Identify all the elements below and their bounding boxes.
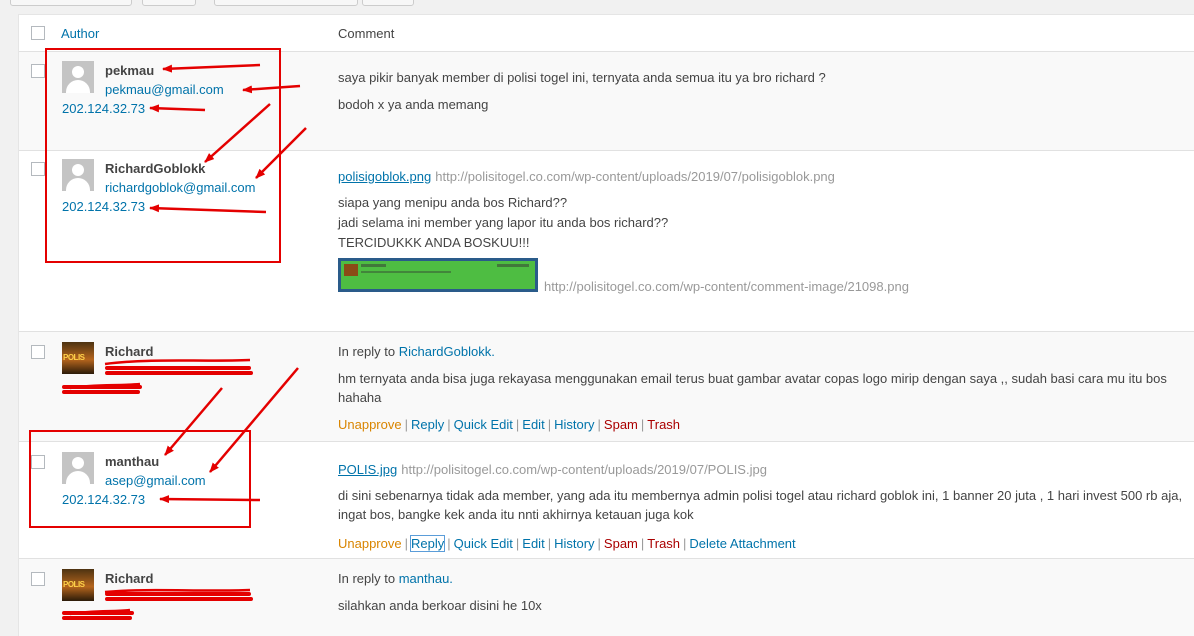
row-actions: Unapprove | Reply | Quick Edit | Edit | History |… bbox=[338, 417, 681, 432]
comment-text-line: ingat bos, bangke kek anda itu nnti akhi… bbox=[338, 507, 694, 522]
author-ip-link[interactable]: 202.124.32.73 bbox=[62, 199, 145, 214]
table-header: Author Comment bbox=[19, 15, 1194, 52]
comment-row-4: manthau asep@gmail.com 202.124.32.73 POL… bbox=[19, 442, 1194, 559]
comment-text-line: saya pikir banyak member di polisi togel… bbox=[338, 70, 826, 85]
history-link[interactable]: History bbox=[554, 417, 594, 432]
trash-link[interactable]: Trash bbox=[647, 536, 680, 551]
redaction-scribble bbox=[105, 371, 253, 375]
author-ip-link[interactable]: 202.124.32.73 bbox=[62, 101, 145, 116]
author-name: pekmau bbox=[105, 63, 155, 78]
filter-select[interactable] bbox=[214, 0, 358, 6]
redaction-scribble bbox=[105, 366, 251, 370]
reply-to-link[interactable]: RichardGoblokk. bbox=[399, 344, 495, 359]
row-checkbox[interactable] bbox=[31, 345, 45, 359]
attachment-line: POLIS.jpg http://polisitogel.co.com/wp-co… bbox=[338, 462, 767, 477]
author-email-link[interactable]: pekmau@gmail.com bbox=[105, 82, 224, 97]
author-column-header[interactable]: Author bbox=[61, 26, 99, 41]
author-email-link[interactable]: asep@gmail.com bbox=[105, 473, 206, 488]
spam-link[interactable]: Spam bbox=[604, 536, 638, 551]
comment-image-thumbnail[interactable] bbox=[338, 258, 538, 292]
attachment-url: http://polisitogel.co.com/wp-content/upl… bbox=[401, 462, 767, 477]
comment-text-line: jadi selama ini member yang lapor itu an… bbox=[338, 215, 669, 230]
unapprove-link[interactable]: Unapprove bbox=[338, 536, 402, 551]
author-name: manthau bbox=[105, 454, 160, 469]
comment-row-5: POLIS Richard In reply to manthau. silah… bbox=[19, 559, 1194, 636]
reply-link[interactable]: Reply bbox=[411, 417, 444, 432]
comment-row-1: pekmau pekmau@gmail.com 202.124.32.73 sa… bbox=[19, 52, 1194, 151]
comment-text-line: silahkan anda berkoar disini he 10x bbox=[338, 598, 542, 613]
comment-text-line: bodoh x ya anda memang bbox=[338, 97, 489, 112]
comment-image-url: http://polisitogel.co.com/wp-content/com… bbox=[544, 279, 909, 294]
avatar bbox=[62, 159, 94, 191]
reply-to-link[interactable]: manthau. bbox=[399, 571, 453, 586]
comment-text-line: di sini sebenarnya tidak ada member, yan… bbox=[338, 488, 1183, 503]
unapprove-link[interactable]: Unapprove bbox=[338, 417, 402, 432]
row-checkbox[interactable] bbox=[31, 455, 45, 469]
comments-table: Author Comment pekmau pekmau@gmail.com 2… bbox=[18, 14, 1194, 636]
edit-link[interactable]: Edit bbox=[522, 417, 544, 432]
comment-column-header: Comment bbox=[338, 26, 395, 41]
row-checkbox[interactable] bbox=[31, 162, 45, 176]
author-name: Richard bbox=[105, 344, 154, 359]
delete-attachment-link[interactable]: Delete Attachment bbox=[689, 536, 795, 551]
top-toolbar-strip bbox=[0, 0, 1194, 14]
avatar-logo-text: POLIS bbox=[63, 580, 85, 589]
apply-button[interactable] bbox=[142, 0, 196, 6]
redaction-scribble bbox=[105, 592, 251, 596]
row-checkbox[interactable] bbox=[31, 64, 45, 78]
comment-text-line: siapa yang menipu anda bos Richard?? bbox=[338, 195, 568, 210]
history-link[interactable]: History bbox=[554, 536, 594, 551]
spam-link[interactable]: Spam bbox=[604, 417, 638, 432]
author-email-link[interactable]: richardgoblok@gmail.com bbox=[105, 180, 255, 195]
quick-edit-link[interactable]: Quick Edit bbox=[454, 417, 513, 432]
row-checkbox[interactable] bbox=[31, 572, 45, 586]
filter-button[interactable] bbox=[362, 0, 414, 6]
reply-to-prefix: In reply to bbox=[338, 344, 396, 359]
select-all-checkbox[interactable] bbox=[31, 26, 45, 40]
reply-to-line: In reply to RichardGoblokk. bbox=[338, 342, 495, 362]
attachment-url: http://polisitogel.co.com/wp-content/upl… bbox=[435, 169, 835, 184]
row-actions: Unapprove | Reply | Quick Edit | Edit | History |… bbox=[338, 535, 796, 552]
trash-link[interactable]: Trash bbox=[647, 417, 680, 432]
edit-link[interactable]: Edit bbox=[522, 536, 544, 551]
polis-logo-avatar: POLIS bbox=[62, 342, 94, 374]
redaction-scribble bbox=[105, 597, 253, 601]
bulk-action-select[interactable] bbox=[10, 0, 132, 6]
author-name: Richard bbox=[105, 571, 154, 586]
polis-logo-avatar: POLIS bbox=[62, 569, 94, 601]
author-ip-link[interactable]: 202.124.32.73 bbox=[62, 492, 145, 507]
avatar bbox=[62, 61, 94, 93]
comment-row-3: POLIS Richard In reply to RichardGoblokk… bbox=[19, 332, 1194, 442]
attachment-link[interactable]: polisigoblok.png bbox=[338, 169, 431, 184]
attachment-link[interactable]: POLIS.jpg bbox=[338, 462, 397, 477]
reply-link[interactable]: Reply bbox=[409, 535, 446, 552]
reply-to-line: In reply to manthau. bbox=[338, 569, 453, 589]
redaction-scribble bbox=[62, 611, 134, 615]
avatar-logo-text: POLIS bbox=[63, 353, 85, 362]
redaction-scribble bbox=[62, 390, 140, 394]
redaction-scribble bbox=[62, 616, 132, 620]
attachment-line: polisigoblok.png http://polisitogel.co.co… bbox=[338, 169, 835, 184]
comment-text-line: TERCIDUKKK ANDA BOSKUU!!! bbox=[338, 235, 530, 250]
quick-edit-link[interactable]: Quick Edit bbox=[454, 536, 513, 551]
comment-text-line: hm ternyata anda bisa juga rekayasa meng… bbox=[338, 371, 1167, 386]
comment-row-2: RichardGoblokk richardgoblok@gmail.com 2… bbox=[19, 151, 1194, 332]
avatar bbox=[62, 452, 94, 484]
comment-text-line: hahaha bbox=[338, 390, 382, 405]
redaction-scribble bbox=[62, 385, 142, 389]
author-name: RichardGoblokk bbox=[105, 161, 206, 176]
reply-to-prefix: In reply to bbox=[338, 571, 396, 586]
